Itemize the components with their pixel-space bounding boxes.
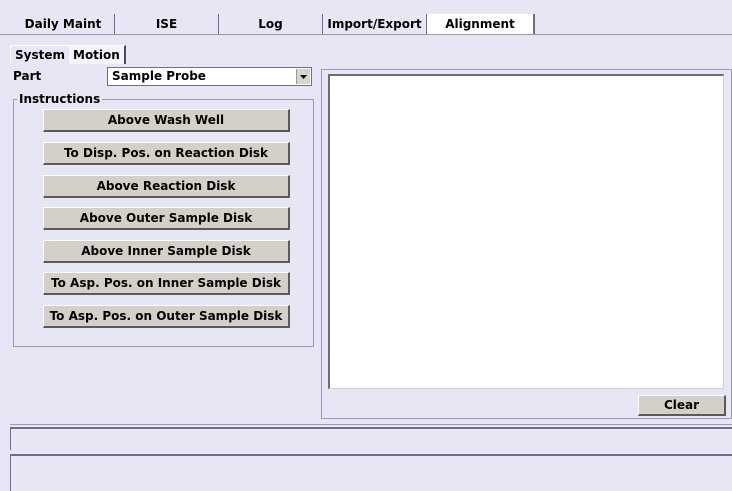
tab-import-export[interactable]: Import/Export xyxy=(323,14,427,34)
status-bar xyxy=(10,427,732,450)
to-asp-pos-outer-sample-disk-button[interactable]: To Asp. Pos. on Outer Sample Disk xyxy=(43,305,290,328)
tab-strip-divider xyxy=(0,34,732,35)
chevron-down-icon[interactable] xyxy=(296,69,310,84)
subtab-system[interactable]: System xyxy=(10,45,69,64)
instructions-title: Instructions xyxy=(17,92,103,106)
above-wash-well-button[interactable]: Above Wash Well xyxy=(43,109,290,132)
part-select-value: Sample Probe xyxy=(112,69,206,83)
status-divider xyxy=(10,424,732,425)
subtab-motion[interactable]: Motion xyxy=(69,45,126,64)
above-reaction-disk-button[interactable]: Above Reaction Disk xyxy=(43,175,290,198)
to-disp-pos-reaction-disk-button[interactable]: To Disp. Pos. on Reaction Disk xyxy=(43,142,290,165)
above-outer-sample-disk-button[interactable]: Above Outer Sample Disk xyxy=(43,207,290,230)
to-asp-pos-inner-sample-disk-button[interactable]: To Asp. Pos. on Inner Sample Disk xyxy=(43,272,290,295)
tab-alignment[interactable]: Alignment xyxy=(427,14,535,34)
clear-button[interactable]: Clear xyxy=(638,395,726,416)
above-inner-sample-disk-button[interactable]: Above Inner Sample Disk xyxy=(43,240,290,263)
tab-daily-maint[interactable]: Daily Maint xyxy=(12,14,115,34)
part-label: Part xyxy=(13,69,42,83)
message-area xyxy=(10,454,732,491)
output-text-area[interactable] xyxy=(328,74,724,389)
part-select[interactable]: Sample Probe xyxy=(107,67,312,86)
subtab-strip: System Motion xyxy=(10,45,126,64)
tab-ise[interactable]: ISE xyxy=(115,14,219,34)
tab-log[interactable]: Log xyxy=(219,14,323,34)
